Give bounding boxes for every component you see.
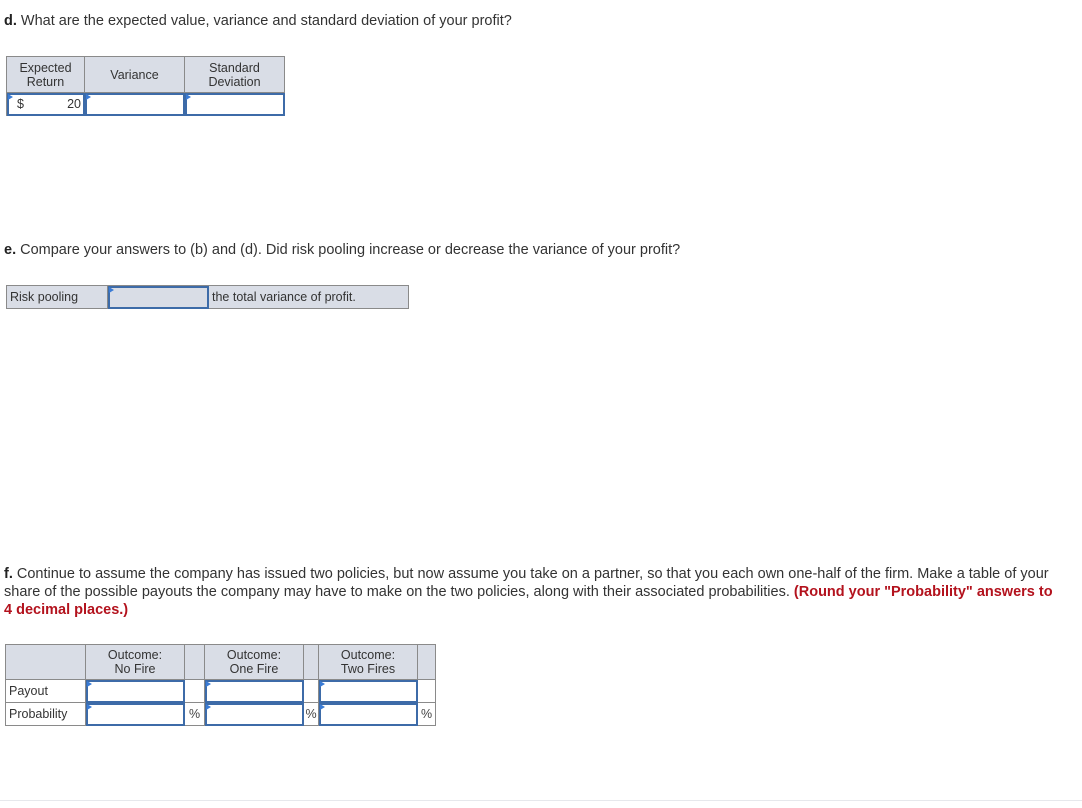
header-standard-deviation: Standard Deviation — [184, 56, 285, 93]
standard-deviation-input[interactable] — [185, 93, 284, 115]
payout-one-fire-input[interactable] — [205, 680, 303, 702]
probability-two-fires-cell[interactable] — [318, 702, 418, 726]
std-dev-input-cell[interactable] — [184, 92, 285, 116]
question-f: f. Continue to assume the company has is… — [4, 565, 1064, 619]
header-unit-2 — [303, 644, 319, 680]
row-label-payout: Payout — [5, 679, 86, 703]
header-one-fire: Outcome: One Fire — [204, 644, 304, 680]
question-d: d. What are the expected value, variance… — [4, 12, 512, 30]
question-f-letter: f. — [4, 566, 13, 582]
probability-two-fires-input[interactable] — [319, 703, 417, 725]
payout-unit-2 — [303, 679, 319, 703]
payout-unit-1 — [184, 679, 205, 703]
header-variance: Variance — [84, 56, 185, 93]
payout-no-fire-input[interactable] — [86, 680, 184, 702]
question-e: e. Compare your answers to (b) and (d). … — [4, 241, 680, 259]
table-row-probability: Probability % % % — [5, 702, 436, 726]
probability-one-fire-input[interactable] — [205, 703, 303, 725]
percent-sign-3: % — [417, 702, 436, 726]
header-empty — [5, 644, 86, 680]
payout-no-fire-cell[interactable] — [85, 679, 185, 703]
expected-return-input[interactable]: $ 20 — [6, 92, 85, 116]
profit-stats-table: Expected Return Variance Standard Deviatio… — [6, 56, 285, 116]
header-expected-return: Expected Return — [6, 56, 85, 93]
percent-sign-1: % — [184, 702, 205, 726]
bottom-divider — [0, 800, 1082, 801]
payout-two-fires-input[interactable] — [319, 680, 417, 702]
question-e-text: Compare your answers to (b) and (d). Did… — [16, 242, 681, 258]
payout-two-fires-cell[interactable] — [318, 679, 418, 703]
variance-suffix-label: the total variance of profit. — [208, 285, 409, 309]
risk-pooling-select[interactable] — [108, 286, 208, 308]
risk-pooling-table: Risk pooling the total variance of profi… — [6, 285, 409, 309]
table-row-payout: Payout — [5, 679, 436, 703]
risk-pooling-dropdown[interactable] — [107, 285, 209, 309]
payout-unit-3 — [417, 679, 436, 703]
probability-no-fire-cell[interactable] — [85, 702, 185, 726]
question-d-text: What are the expected value, variance an… — [16, 13, 512, 29]
payout-probability-table: Outcome: No Fire Outcome: One Fire Outcome… — [5, 644, 436, 726]
probability-no-fire-input[interactable] — [86, 703, 184, 725]
probability-one-fire-cell[interactable] — [204, 702, 304, 726]
header-two-fires: Outcome: Two Fires — [318, 644, 418, 680]
question-d-letter: d. — [4, 13, 17, 29]
expected-return-value: 20 — [67, 97, 81, 111]
variance-input-cell[interactable] — [84, 92, 185, 116]
row-label-probability: Probability — [5, 702, 86, 726]
currency-symbol: $ — [17, 97, 24, 111]
header-no-fire: Outcome: No Fire — [85, 644, 185, 680]
percent-sign-2: % — [303, 702, 319, 726]
question-e-letter: e. — [4, 242, 17, 258]
variance-input[interactable] — [85, 93, 184, 115]
payout-one-fire-cell[interactable] — [204, 679, 304, 703]
risk-pooling-label: Risk pooling — [6, 285, 108, 309]
header-unit-1 — [184, 644, 205, 680]
header-unit-3 — [417, 644, 436, 680]
